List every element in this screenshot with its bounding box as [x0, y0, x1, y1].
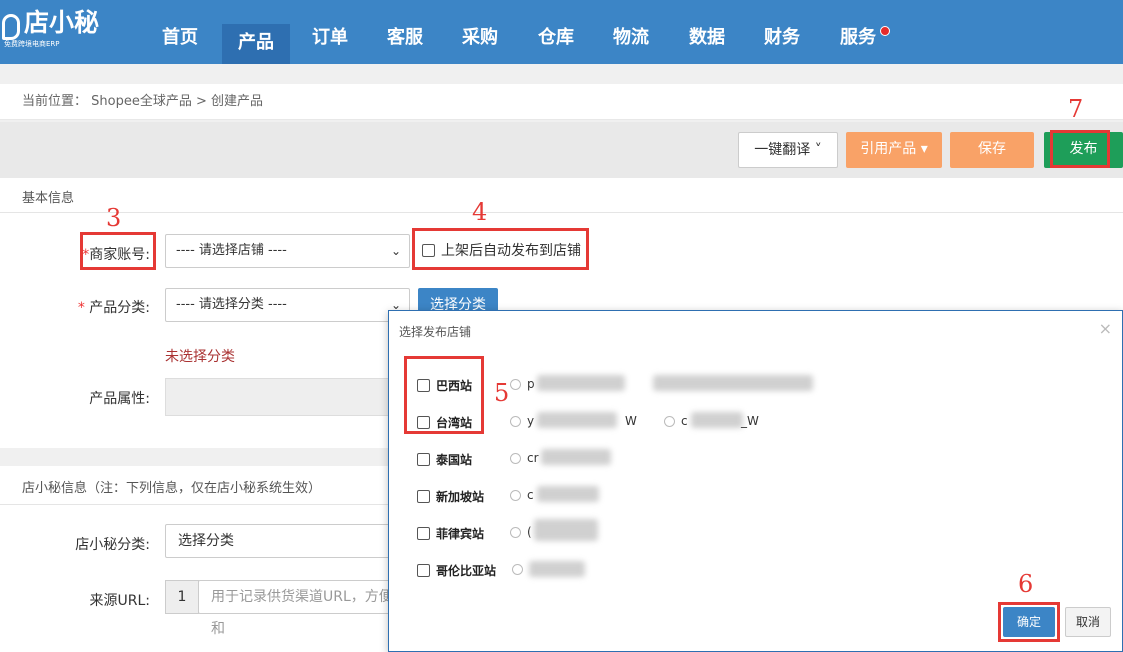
annotation-box-6 [998, 602, 1060, 642]
save-button[interactable]: 保存 [950, 132, 1034, 168]
logo-mark-icon [2, 14, 20, 40]
category-select[interactable]: ---- 请选择分类 ---- ⌄ [165, 288, 410, 322]
redacted-store-name [541, 449, 611, 465]
nav-services[interactable]: 服务 [828, 20, 888, 64]
notification-dot [880, 26, 890, 36]
quote-product-button[interactable]: 引用产品 ▾ [846, 132, 942, 168]
store-name-suffix: W [625, 414, 637, 428]
annotation-box-7 [1050, 130, 1110, 168]
site-label: 泰国站 [436, 453, 473, 467]
annotation-number-3: 3 [106, 204, 122, 232]
top-nav: 店小秘 免费跨境电商ERP 首页 产品 订单 客服 采购 仓库 物流 数据 财务… [0, 0, 1123, 64]
site-singapore[interactable]: 新加坡站 [417, 488, 484, 505]
source-url-input[interactable]: 用于记录供货渠道URL，方便和 [198, 580, 395, 637]
store-radio[interactable] [510, 416, 521, 427]
store-name: cr [527, 451, 539, 465]
site-label: 菲律宾站 [436, 527, 485, 541]
redacted-store-name [691, 412, 743, 428]
annotation-number-6: 6 [1018, 570, 1034, 598]
category-label-text: 产品分类: [89, 300, 150, 316]
nav-home[interactable]: 首页 [150, 20, 210, 64]
breadcrumb: 当前位置： Shopee全球产品 > 创建产品 [0, 84, 1123, 120]
store-name: p [527, 377, 535, 391]
store-radio[interactable] [510, 453, 521, 464]
cancel-button[interactable]: 取消 [1065, 607, 1111, 637]
divider [0, 212, 1123, 213]
nav-data[interactable]: 数据 [677, 20, 737, 64]
nav-orders[interactable]: 订单 [300, 20, 360, 64]
nav-products[interactable]: 产品 [222, 24, 290, 64]
nav-warehouse[interactable]: 仓库 [526, 20, 586, 64]
select-store-dialog: 选择发布店铺 × 巴西站 p 台湾站 y W c _W 泰国站 cr 新加坡站 … [388, 310, 1123, 652]
store-name: c [527, 488, 534, 502]
store-radio[interactable] [510, 490, 521, 501]
nav-service[interactable]: 客服 [375, 20, 435, 64]
site-thailand[interactable]: 泰国站 [417, 451, 472, 468]
source-url-label: 来源URL: [89, 593, 151, 609]
redacted-store-name [537, 412, 617, 428]
store-name: y [527, 414, 535, 428]
redacted-store-name [537, 486, 599, 502]
store-radio[interactable] [512, 564, 523, 575]
source-url-addon: 1 [165, 580, 199, 614]
dxm-category-label: 店小秘分类: [75, 537, 150, 553]
site-checkbox[interactable] [417, 453, 430, 466]
redacted-store-name [534, 519, 598, 541]
site-checkbox[interactable] [417, 490, 430, 503]
annotation-number-7: 7 [1068, 95, 1084, 123]
action-toolbar: 一键翻译 ˅ 引用产品 ▾ 保存 发布 [0, 122, 1123, 178]
dxm-info-title: 店小秘信息（注：下列信息，仅在店小秘系统生效） [22, 481, 322, 496]
translate-button[interactable]: 一键翻译 ˅ [738, 132, 838, 168]
site-label: 哥伦比亚站 [436, 564, 497, 578]
annotation-box-3 [80, 232, 156, 270]
redacted-store-name [653, 375, 813, 391]
close-icon[interactable]: × [1099, 319, 1112, 338]
annotation-box-5 [404, 356, 484, 434]
annotation-number-4: 4 [472, 198, 488, 226]
product-attr-box[interactable] [165, 378, 395, 416]
merchant-select[interactable]: ---- 请选择店铺 ---- ⌄ [165, 234, 410, 268]
required-mark: * [77, 300, 90, 316]
store-name-suffix: _W [741, 414, 759, 428]
attr-label: 产品属性: [89, 391, 150, 407]
store-radio[interactable] [664, 416, 675, 427]
site-checkbox[interactable] [417, 527, 430, 540]
store-radio[interactable] [510, 379, 521, 390]
logo[interactable]: 店小秘 免费跨境电商ERP [2, 8, 112, 50]
annotation-number-5: 5 [494, 379, 510, 407]
chevron-down-icon: ⌄ [390, 244, 401, 258]
nav-finance[interactable]: 财务 [752, 20, 812, 64]
merchant-select-value: ---- 请选择店铺 ---- [176, 243, 287, 258]
logo-name: 店小秘 [24, 8, 100, 37]
annotation-box-4 [412, 228, 589, 270]
site-philippines[interactable]: 菲律宾站 [417, 525, 484, 542]
site-colombia[interactable]: 哥伦比亚站 [417, 562, 496, 579]
nav-logistics[interactable]: 物流 [601, 20, 661, 64]
logo-slogan: 免费跨境电商ERP [4, 40, 60, 48]
site-checkbox[interactable] [417, 564, 430, 577]
dxm-category-input[interactable]: 选择分类 [165, 524, 395, 558]
nav-purchase[interactable]: 采购 [450, 20, 510, 64]
basic-info-title: 基本信息 [22, 191, 75, 206]
no-category-message: 未选择分类 [165, 349, 235, 365]
store-radio[interactable] [510, 527, 521, 538]
redacted-store-name [537, 375, 625, 391]
dialog-title: 选择发布店铺 [399, 325, 472, 339]
category-select-value: ---- 请选择分类 ---- [176, 297, 287, 312]
store-name: c [681, 414, 688, 428]
category-label: * 产品分类: [0, 297, 150, 317]
site-label: 新加坡站 [436, 490, 485, 504]
redacted-store-name [529, 561, 585, 577]
store-name: ( [527, 525, 532, 539]
